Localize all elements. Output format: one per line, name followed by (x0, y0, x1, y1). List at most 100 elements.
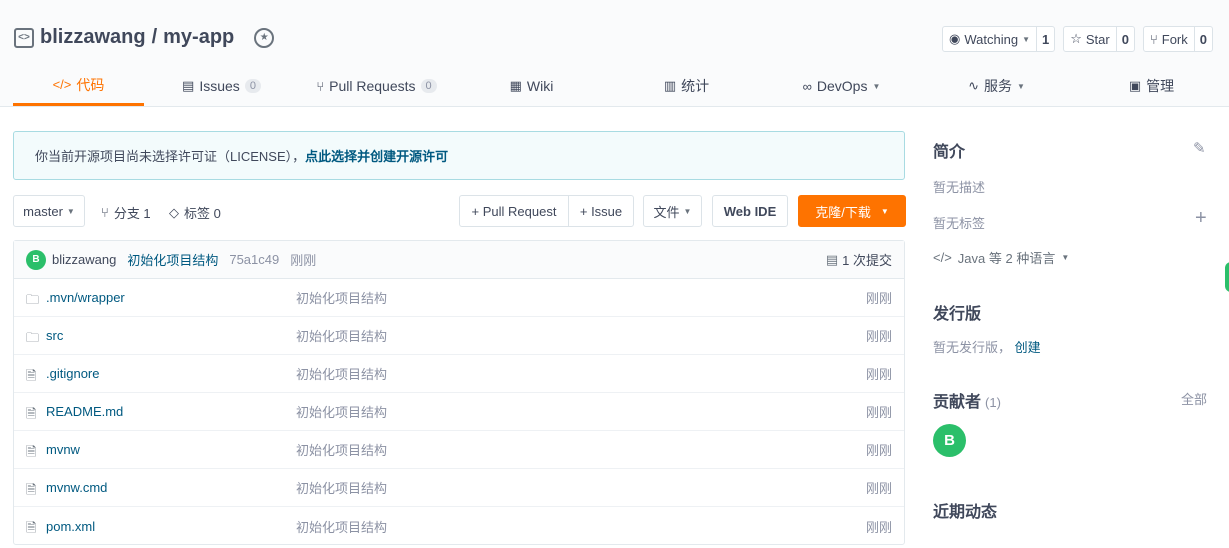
commit-message[interactable]: 初始化项目结构 (127, 250, 218, 269)
branch-select[interactable]: master ▼ (13, 195, 85, 227)
clone-label: 克隆/下载 (815, 204, 871, 220)
new-pull-request-button[interactable]: + Pull Request (459, 195, 569, 227)
tab-issues[interactable]: ▤ Issues 0 (144, 66, 299, 106)
repo-header: <> blizzawang / my-app ★ ◉ Watching ▼ 1 ☆ S… (0, 0, 1229, 107)
tab-code[interactable]: </> 代码 (13, 66, 144, 106)
file-commit-time: 刚刚 (865, 481, 892, 496)
branches-count: 分支 1 (113, 206, 151, 221)
chevron-down-icon: ▼ (1022, 34, 1030, 44)
star-button[interactable]: ☆ Star 0 (1063, 26, 1135, 52)
file-name-link[interactable]: .mvn/wrapper (46, 290, 125, 305)
file-name-link[interactable]: mvnw.cmd (46, 480, 107, 495)
no-description: 暂无描述 (933, 180, 986, 195)
file-commit-message[interactable]: 初始化项目结构 (296, 440, 387, 459)
repo-owner-link[interactable]: blizzawang (40, 26, 146, 49)
file-name-link[interactable]: README.md (46, 404, 123, 419)
tag-icon: ◇ (169, 204, 179, 220)
folder-icon: 🗀 (26, 291, 40, 307)
tab-wiki[interactable]: ▦ Wiki (454, 66, 609, 106)
commit-list-icon: ▤ (825, 251, 839, 267)
fork-icon: ⑂ (1149, 31, 1158, 47)
tab-label: Wiki (526, 78, 554, 94)
languages-select[interactable]: </> Java 等 2 种语言 ▼ (933, 248, 1069, 267)
file-name-link[interactable]: src (46, 328, 63, 343)
file-commit-time: 刚刚 (865, 291, 892, 306)
file-row[interactable]: 🗀 src 初始化项目结构 刚刚 (14, 317, 904, 355)
wiki-icon: ▦ (509, 78, 522, 93)
star-count[interactable]: 0 (1117, 27, 1134, 51)
contributor-avatar[interactable]: B (933, 424, 966, 457)
activity-title: 近期动态 (933, 504, 998, 521)
commit-hash[interactable]: 75a1c49 (229, 252, 279, 267)
commit-count-link[interactable]: ▤ 1 次提交 (826, 250, 892, 269)
contributors-count: (1) (985, 395, 1001, 410)
tab-pull-requests[interactable]: ⑂ Pull Requests 0 (299, 66, 454, 106)
languages-text: Java 等 2 种语言 (957, 251, 1056, 266)
tab-devops[interactable]: ∞ DevOps ▼ (764, 66, 919, 106)
file-row[interactable]: 🗎 pom.xml 初始化项目结构 刚刚 (14, 507, 904, 545)
file-icon: 🗎 (26, 405, 37, 421)
floating-widget[interactable] (1225, 262, 1229, 292)
chevron-down-icon: ▼ (1061, 253, 1070, 262)
file-row[interactable]: 🗎 README.md 初始化项目结构 刚刚 (14, 393, 904, 431)
file-name-link[interactable]: pom.xml (46, 519, 95, 534)
new-issue-button[interactable]: + Issue (568, 195, 634, 227)
manage-icon: ▣ (1128, 78, 1142, 93)
file-name-link[interactable]: mvnw (46, 442, 80, 457)
file-commit-message[interactable]: 初始化项目结构 (296, 364, 387, 383)
create-release-link[interactable]: 创建 (1015, 340, 1041, 355)
file-menu-button[interactable]: 文件 ▼ (643, 195, 702, 227)
code-icon: </> (52, 77, 72, 92)
repo-separator: / (151, 26, 158, 48)
file-commit-time: 刚刚 (865, 367, 892, 382)
file-name-link[interactable]: .gitignore (46, 366, 99, 381)
tab-stats[interactable]: ▥ 统计 (609, 66, 764, 106)
web-ide-button[interactable]: Web IDE (712, 195, 788, 227)
devops-icon: ∞ (802, 78, 812, 94)
license-notice: 你当前开源项目尚未选择许可证（LICENSE）， 点此选择并创建开源许可 (13, 131, 905, 180)
award-icon[interactable]: ★ (254, 27, 275, 48)
chevron-down-icon: ▼ (1016, 81, 1025, 91)
commit-count: 1 次提交 (842, 253, 892, 268)
tab-manage[interactable]: ▣ 管理 (1074, 66, 1229, 106)
tags-link[interactable]: ◇ 标签 0 (169, 203, 221, 222)
clone-download-button[interactable]: 克隆/下载 ▼ (798, 195, 906, 227)
file-icon: 🗎 (26, 367, 37, 383)
chevron-down-icon: ▼ (880, 206, 889, 216)
branches-link[interactable]: ⑂ 分支 1 (101, 203, 151, 222)
all-contributors-link[interactable]: 全部 (1181, 389, 1207, 408)
code-icon: </> (933, 250, 952, 265)
file-row[interactable]: 🗀 .mvn/wrapper 初始化项目结构 刚刚 (14, 279, 904, 317)
commit-author[interactable]: blizzawang (52, 252, 116, 267)
intro-title: 简介 (933, 144, 966, 161)
star-icon: ☆ (1070, 31, 1082, 46)
contributors-header: 贡献者 (1) (933, 388, 1001, 412)
file-commit-message[interactable]: 初始化项目结构 (296, 326, 387, 345)
file-row[interactable]: 🗎 .gitignore 初始化项目结构 刚刚 (14, 355, 904, 393)
file-commit-message[interactable]: 初始化项目结构 (296, 288, 387, 307)
avatar[interactable]: B (26, 249, 46, 270)
chevron-down-icon: ▼ (66, 206, 75, 216)
create-license-link[interactable]: 点此选择并创建开源许可 (305, 146, 448, 165)
fork-button[interactable]: ⑂ Fork 0 (1142, 26, 1213, 52)
add-tag-icon[interactable]: + (1195, 207, 1207, 230)
file-commit-message[interactable]: 初始化项目结构 (296, 402, 387, 421)
file-list: B blizzawang 初始化项目结构 75a1c49 刚刚 ▤ 1 次提交 … (13, 240, 905, 545)
watch-button[interactable]: ◉ Watching ▼ 1 (942, 26, 1056, 52)
fork-count[interactable]: 0 (1195, 27, 1212, 51)
chevron-down-icon: ▼ (683, 206, 692, 216)
file-row[interactable]: 🗎 mvnw.cmd 初始化项目结构 刚刚 (14, 469, 904, 507)
file-commit-time: 刚刚 (865, 329, 892, 344)
file-commit-message[interactable]: 初始化项目结构 (296, 478, 387, 497)
no-tags: 暂无标签 (933, 216, 986, 231)
repo-name-link[interactable]: my-app (163, 26, 234, 49)
repo-tabs: </> 代码 ▤ Issues 0 ⑂ Pull Requests 0 ▦ Wiki ▥ 统计… (13, 66, 1229, 106)
file-row[interactable]: 🗎 mvnw 初始化项目结构 刚刚 (14, 431, 904, 469)
file-commit-message[interactable]: 初始化项目结构 (296, 517, 387, 536)
tab-label: Issues (199, 78, 240, 94)
watch-count[interactable]: 1 (1037, 27, 1054, 51)
pull-request-icon: ⑂ (316, 78, 325, 94)
edit-icon[interactable]: ✎ (1193, 139, 1206, 157)
tab-service[interactable]: ∿ 服务 ▼ (919, 66, 1074, 106)
notice-text: 你当前开源项目尚未选择许可证（LICENSE）， (35, 149, 306, 164)
